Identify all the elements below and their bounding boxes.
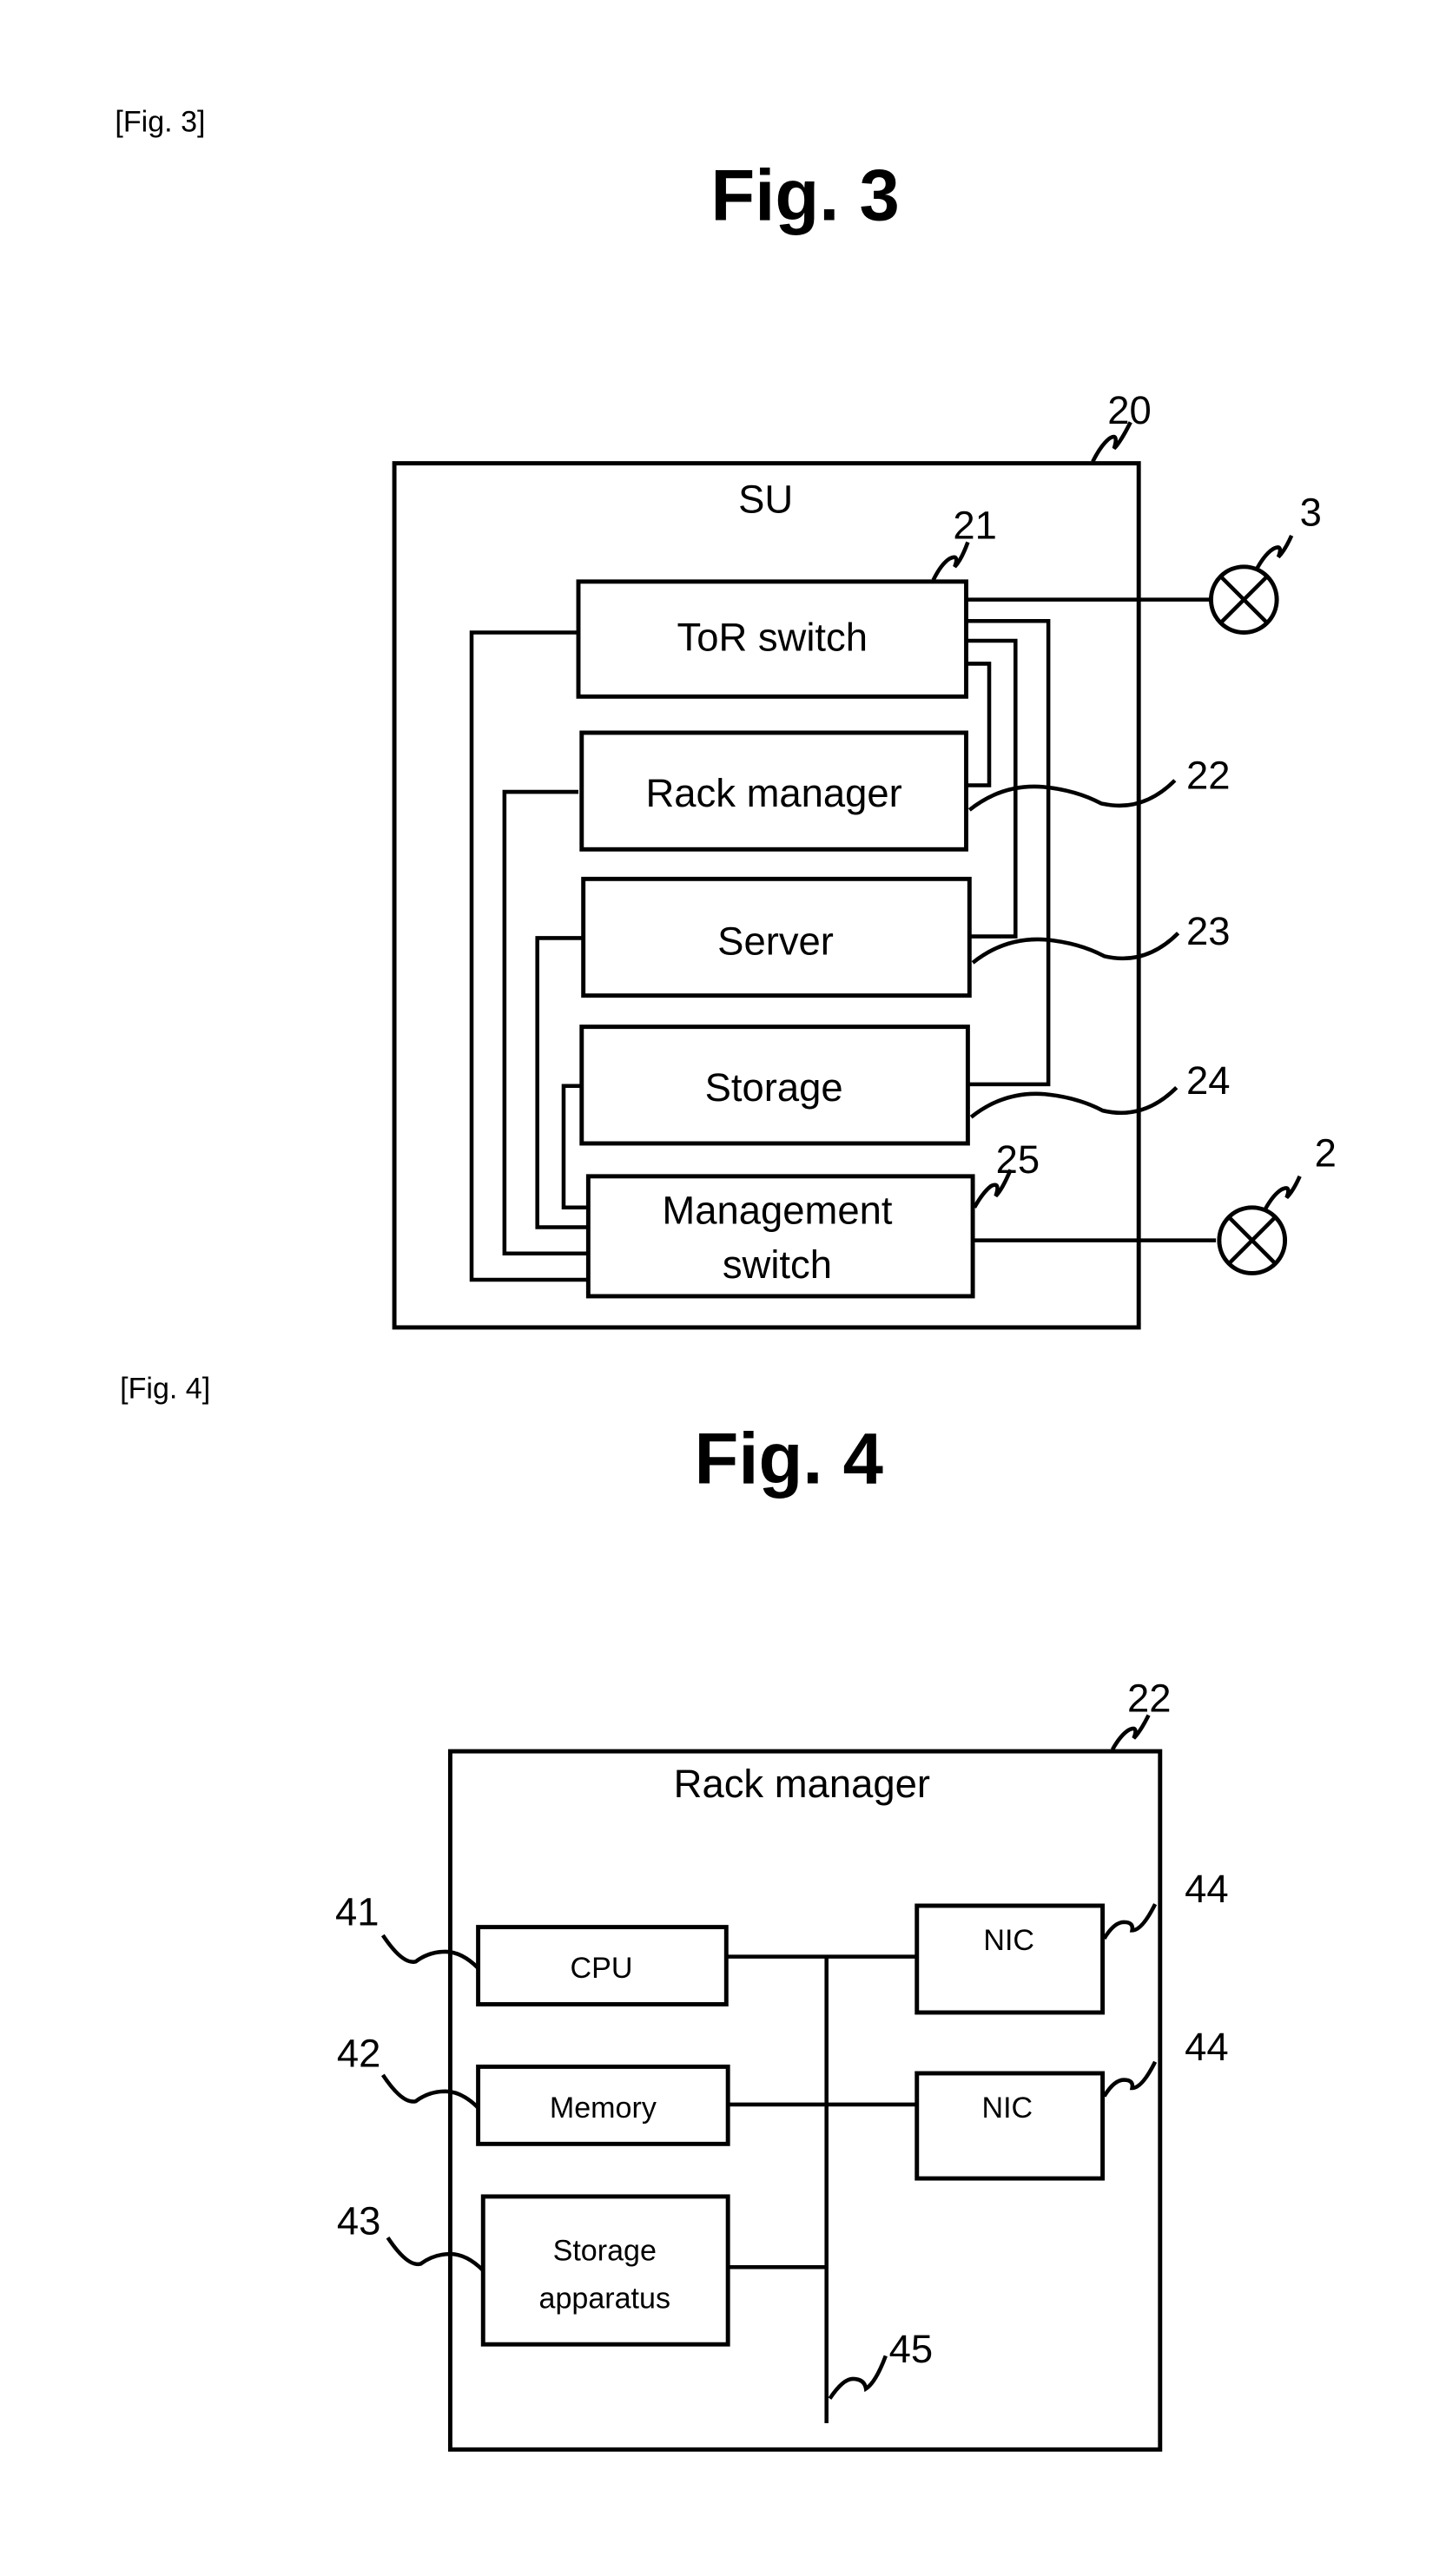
block-storage-apparatus: Storage apparatus 43 (337, 2194, 730, 2347)
fig4-title: Fig. 4 (694, 1419, 882, 1499)
storage-apparatus-label-line2: apparatus (539, 2283, 670, 2316)
patent-figure-sheet: [Fig. 3] Fig. 3 SU 20 ToR switch 21 Rack… (115, 105, 1337, 2452)
network2-ref-leader (1263, 1175, 1302, 1210)
storage-label: Storage (705, 1065, 843, 1110)
memory-ref-number: 42 (337, 2031, 381, 2075)
figure-3: [Fig. 3] Fig. 3 SU 20 ToR switch 21 Rack… (115, 105, 1337, 1330)
bus-ref-number: 45 (889, 2327, 934, 2371)
network3-ref-number: 3 (1300, 491, 1322, 535)
nic1-ref-number: 44 (1185, 1867, 1229, 1911)
mgmt-ref-number: 25 (996, 1137, 1040, 1182)
nic1-label: NIC (983, 1924, 1034, 1957)
mgmt-switch-label-line1: Management (662, 1189, 892, 1233)
rack-manager-label: Rack manager (646, 771, 902, 815)
rackmgr-ref-number: 22 (1186, 753, 1231, 797)
network-node-2: 2 (1217, 1130, 1337, 1275)
fig3-caption-tag: [Fig. 3] (115, 105, 205, 138)
server-ref-number: 23 (1186, 909, 1231, 953)
network2-ref-number: 2 (1315, 1130, 1337, 1175)
network-node-3: 3 (1208, 491, 1322, 635)
memory-label: Memory (550, 2092, 657, 2125)
fig4-caption-tag: [Fig. 4] (120, 1372, 210, 1405)
server-label: Server (717, 919, 834, 963)
tor-ref-number: 21 (953, 504, 997, 548)
mgmt-switch-label-line2: switch (723, 1242, 832, 1287)
su-container-label: SU (738, 477, 793, 521)
su-ref-number: 20 (1107, 388, 1152, 432)
rack-manager-container-label: Rack manager (674, 1762, 930, 1806)
storage-apparatus-ref-number: 43 (337, 2198, 381, 2243)
rack-manager-ref-number: 22 (1127, 1677, 1172, 1721)
cpu-label: CPU (571, 1952, 633, 1985)
figure-4: [Fig. 4] Fig. 4 Rack manager 22 45 CPU 4… (120, 1372, 1229, 2452)
storage-ref-number: 24 (1186, 1058, 1231, 1103)
nic2-ref-number: 44 (1185, 2025, 1229, 2069)
tor-switch-label: ToR switch (677, 615, 868, 659)
nic2-label: NIC (982, 2092, 1033, 2125)
cpu-ref-number: 41 (335, 1890, 380, 1934)
network3-ref-leader (1255, 534, 1294, 570)
fig3-title: Fig. 3 (710, 155, 899, 236)
storage-apparatus-label-line1: Storage (553, 2235, 657, 2268)
